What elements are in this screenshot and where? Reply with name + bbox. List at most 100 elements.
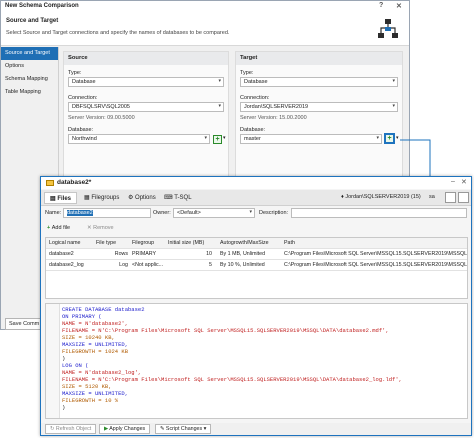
column-header: Filegroup: [132, 240, 155, 246]
tsql-preview[interactable]: CREATE DATABASE database2 ON PRIMARY ( N…: [45, 303, 468, 419]
dialog-title: database2*: [57, 179, 92, 186]
dropdown-arrow-icon[interactable]: ▾: [223, 135, 226, 141]
refresh-object-button[interactable]: ↻ Refresh Object: [45, 424, 97, 434]
source-heading: Source: [64, 52, 228, 65]
target-heading: Target: [236, 52, 402, 65]
target-connection-value: Jordan\SQLSERVER2019: [244, 104, 309, 110]
apply-changes-button[interactable]: ▶ Apply Changes: [99, 424, 151, 434]
sql-line: FILEGROWTH = 1024 KB: [62, 348, 129, 355]
chevron-down-icon: ▾: [376, 135, 379, 141]
name-label: Name:: [45, 210, 62, 216]
database-icon: [46, 180, 54, 186]
remove-button[interactable]: ✕ Remove: [87, 225, 114, 231]
page-title: Source and Target: [6, 18, 59, 24]
nav-item-table-mapping[interactable]: Table Mapping: [1, 86, 58, 99]
script-changes-button[interactable]: ✎ Script Changes ▾: [155, 424, 212, 434]
minimize-icon[interactable]: –: [451, 178, 455, 185]
refresh-label: Refresh Object: [55, 426, 92, 432]
path-cell: C:\Program Files\Microsoft SQL Server\MS…: [284, 251, 467, 257]
target-database-value: master: [244, 136, 261, 142]
window-title: New Schema Comparison: [5, 3, 79, 9]
add-database-icon[interactable]: +: [213, 135, 222, 144]
tab-files-label: Files: [57, 196, 72, 202]
sql-line: SIZE = 10240 KB,: [62, 334, 115, 341]
nav-item-schema-mapping[interactable]: Schema Mapping: [1, 73, 58, 86]
schema-compare-logo-icon: [378, 19, 398, 38]
target-database-label: Database:: [240, 127, 266, 133]
help-icon[interactable]: ?: [379, 2, 383, 9]
layout-split-icon[interactable]: [458, 192, 469, 203]
gear-icon: ⚙: [128, 195, 136, 201]
sql-line: ): [62, 355, 66, 362]
tab-tsql[interactable]: ⌨ T-SQL: [159, 192, 197, 204]
target-server-version: Server Version: 15.00.2000: [240, 115, 307, 121]
dialog-tab-bar: ▤ Files ▦ Filegroups ⚙ Options ⌨ T-SQL ♦…: [41, 190, 471, 206]
add-file-button[interactable]: + Add file: [47, 225, 70, 231]
owner-select[interactable]: <Default> ▾: [173, 208, 255, 218]
owner-label: Owner:: [153, 210, 171, 216]
tab-files[interactable]: ▤ Files: [44, 192, 78, 204]
source-connection-select[interactable]: DBFSQLSRV\SQL2005 ▾: [68, 102, 224, 112]
dialog-title-bar: database2* – ✕: [41, 177, 471, 189]
filegroup-cell: PRIMARY: [132, 251, 157, 257]
connection-label: Jordan\SQLSERVER2019 (15): [345, 194, 421, 200]
target-type-select[interactable]: Database ▾: [240, 77, 398, 87]
close-icon[interactable]: ✕: [461, 178, 467, 186]
autogrowth-cell: By 1 MB, Unlimited: [220, 251, 266, 257]
description-input[interactable]: [291, 208, 467, 218]
chevron-down-icon: ▾: [218, 78, 221, 84]
target-database-select[interactable]: master ▾: [240, 134, 382, 144]
callout-connector: [400, 139, 431, 176]
layout-toggle-icon[interactable]: [445, 192, 456, 203]
path-cell: C:\Program Files\Microsoft SQL Server\MS…: [284, 262, 467, 268]
column-header: Path: [284, 240, 295, 246]
sql-line: ON PRIMARY (: [62, 313, 102, 320]
name-value: database2: [67, 210, 93, 216]
file-type-cell: Rows: [114, 251, 128, 257]
nav-item-options[interactable]: Options: [1, 60, 58, 73]
sql-line: ): [62, 404, 66, 411]
tab-options[interactable]: ⚙ Options: [123, 192, 161, 204]
source-type-label: Type:: [68, 70, 82, 76]
source-type-select[interactable]: Database ▾: [68, 77, 224, 87]
chevron-down-icon: ▾: [202, 426, 207, 432]
table-row[interactable]: database2_log Log <Not applic... 5 By 10…: [46, 260, 467, 271]
tab-filegroups-label: Filegroups: [91, 195, 120, 201]
user-label: sa: [429, 194, 435, 200]
sql-line: NAME = N'database2',: [62, 320, 129, 327]
column-header: Autogrowth/MaxSize: [220, 240, 269, 246]
initial-size-cell: 5: [209, 262, 212, 268]
autogrowth-cell: By 10 %, Unlimited: [220, 262, 265, 268]
remove-label: Remove: [93, 225, 114, 231]
source-connection-label: Connection:: [68, 95, 98, 101]
column-header: Logical name: [49, 240, 81, 246]
sql-line: FILEGROWTH = 10 %: [62, 397, 119, 404]
target-connection-select[interactable]: Jordan\SQLSERVER2019 ▾: [240, 102, 398, 112]
source-database-select[interactable]: Northwind ▾: [68, 134, 210, 144]
target-type-label: Type:: [240, 70, 254, 76]
tab-options-label: Options: [135, 195, 156, 201]
initial-size-cell: 10: [206, 251, 212, 257]
close-icon[interactable]: ✕: [396, 2, 402, 10]
grid-header-row: Logical name File type Filegroup Initial…: [46, 238, 467, 249]
logical-name-cell: database2_log: [49, 262, 84, 268]
sql-line: FILENAME = N'C:\Program Files\Microsoft …: [62, 327, 389, 334]
source-database-value: Northwind: [72, 136, 97, 142]
tab-filegroups[interactable]: ▦ Filegroups: [79, 192, 124, 204]
nav-item-source-and-target[interactable]: Source and Target: [1, 47, 58, 60]
description-label: Description:: [259, 210, 289, 216]
sql-line: MAXSIZE = UNLIMITED,: [62, 341, 129, 348]
files-grid: Logical name File type Filegroup Initial…: [45, 237, 468, 299]
sql-line: FILENAME = N'C:\Program Files\Microsoft …: [62, 376, 402, 383]
filegroup-cell: <Not applic...: [132, 262, 164, 268]
code-icon: ⌨: [164, 195, 175, 201]
connection-info: ♦ Jordan\SQLSERVER2019 (15): [341, 194, 421, 200]
chevron-down-icon: ▾: [204, 135, 207, 141]
sql-line: CREATE DATABASE database2: [62, 306, 145, 313]
source-connection-value: DBFSQLSRV\SQL2005: [72, 104, 130, 110]
apply-label: Apply Changes: [109, 426, 146, 432]
source-type-value: Database: [72, 79, 96, 85]
sql-line: MAXSIZE = UNLIMITED,: [62, 390, 129, 397]
table-row[interactable]: database2 Rows PRIMARY 10 By 1 MB, Unlim…: [46, 249, 467, 260]
name-input[interactable]: database2: [63, 208, 151, 218]
